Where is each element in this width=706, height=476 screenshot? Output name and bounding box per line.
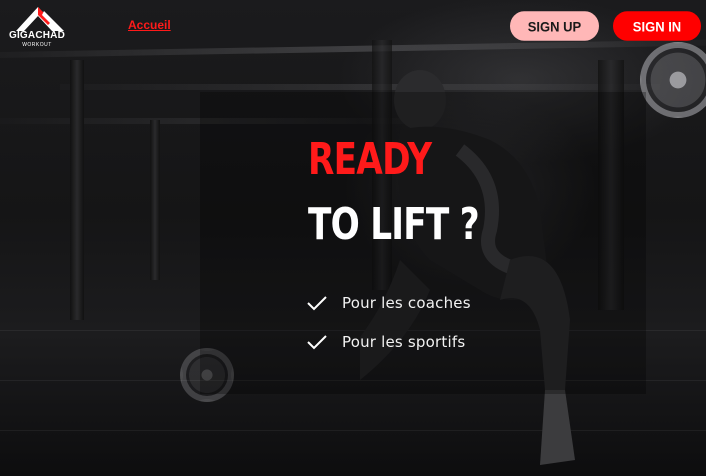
feature-list: Pour les coaches Pour les sportifs: [306, 292, 471, 370]
signin-button[interactable]: SIGN IN: [613, 11, 701, 41]
feature-label: Pour les sportifs: [342, 333, 466, 351]
hero-title-line1: READY: [308, 134, 432, 185]
check-icon: [307, 296, 327, 311]
brand-logo[interactable]: GIGACHAD WORKOUT: [8, 5, 84, 49]
brand-name: GIGACHAD: [8, 30, 66, 41]
top-header: GIGACHAD WORKOUT Accueil SIGN UP SIGN IN: [0, 0, 706, 50]
hero-headline: READY TO LIFT ?: [308, 134, 527, 251]
nav-link-home[interactable]: Accueil: [128, 18, 171, 32]
mountain-peak-icon: [16, 7, 64, 31]
feature-label: Pour les coaches: [342, 294, 471, 312]
signup-button[interactable]: SIGN UP: [510, 11, 599, 41]
list-item: Pour les sportifs: [306, 331, 471, 353]
hero-title-line2: TO LIFT ?: [308, 199, 480, 250]
check-icon: [307, 335, 327, 350]
brand-tagline: WORKOUT: [22, 42, 52, 48]
list-item: Pour les coaches: [306, 292, 471, 314]
